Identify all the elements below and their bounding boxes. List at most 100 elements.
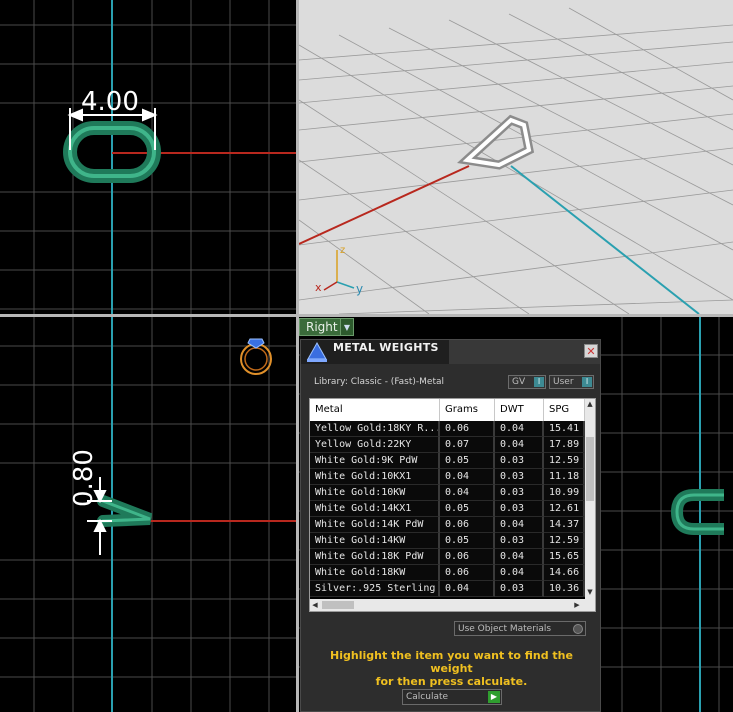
table-row[interactable]: Yellow Gold:22KY 0.07 0.04 17.89 — [310, 437, 585, 453]
spg-cell: 15.41 — [544, 421, 585, 437]
table-body: Yellow Gold:18KY R... 0.06 0.04 15.41 Yellow… — [310, 421, 585, 597]
spg-cell: 14.66 — [544, 565, 585, 581]
scroll-down-icon[interactable]: ▼ — [585, 587, 595, 597]
thickness-dimension-label: 0.80 — [69, 449, 99, 507]
viewport-separator-horizontal[interactable] — [0, 314, 733, 317]
grams-cell: 0.06 — [440, 565, 495, 581]
dwt-cell: 0.03 — [495, 469, 544, 485]
horizontal-scroll-thumb[interactable] — [322, 601, 354, 609]
axis-y-label: y — [356, 282, 363, 296]
metal-name-cell: Silver:.925 Sterling — [310, 581, 440, 597]
grams-cell: 0.06 — [440, 517, 495, 533]
gv-toggle[interactable]: GV I — [508, 375, 546, 389]
column-header-dwt[interactable]: DWT — [495, 399, 544, 421]
spg-cell: 10.99 — [544, 485, 585, 501]
table-row[interactable]: Yellow Gold:18KY R... 0.06 0.04 15.41 — [310, 421, 585, 437]
viewport-label-text: Right — [306, 320, 338, 334]
close-button[interactable]: ✕ — [584, 344, 598, 358]
viewport-perspective[interactable]: z y x — [299, 0, 733, 314]
table-row[interactable]: White Gold:14KW 0.05 0.03 12.59 — [310, 533, 585, 549]
width-dimension-label: 4.00 — [81, 87, 139, 117]
play-icon: ▶ — [488, 691, 500, 703]
library-label: Library: Classic - (Fast)-Metal — [314, 377, 445, 387]
dwt-cell: 0.03 — [495, 485, 544, 501]
viewport-separator-vertical[interactable] — [296, 0, 299, 712]
metal-name-cell: White Gold:10KX1 — [310, 469, 440, 485]
perspective-grid: z y x — [299, 7, 733, 314]
dwt-cell: 0.04 — [495, 549, 544, 565]
scroll-left-icon[interactable]: ◀ — [310, 599, 320, 611]
ring-gizmo — [240, 338, 272, 375]
use-object-materials-toggle[interactable]: Use Object Materials — [454, 621, 586, 636]
dwt-cell: 0.03 — [495, 581, 544, 597]
horizontal-scrollbar[interactable]: ◀ ▶ — [310, 599, 595, 611]
table-row[interactable]: White Gold:10KX1 0.04 0.03 11.18 — [310, 469, 585, 485]
metal-name-cell: Yellow Gold:22KY — [310, 437, 440, 453]
spg-cell: 11.18 — [544, 469, 585, 485]
metal-table: Metal Grams DWT SPG Yellow Gold:18KY R..… — [309, 398, 596, 612]
grams-cell: 0.04 — [440, 581, 495, 597]
user-toggle-label: User — [553, 377, 574, 387]
grams-cell: 0.05 — [440, 453, 495, 469]
radio-icon — [573, 623, 583, 634]
table-row[interactable]: White Gold:10KW 0.04 0.03 10.99 — [310, 485, 585, 501]
viewport-label-right[interactable]: Right ▼ — [299, 318, 354, 336]
viewport-top[interactable]: 4.00 — [0, 0, 296, 314]
axis-x-label: x — [315, 281, 322, 294]
metal-name-cell: White Gold:18K PdW — [310, 549, 440, 565]
table-header: Metal Grams DWT SPG — [310, 399, 585, 421]
column-header-spg[interactable]: SPG — [544, 399, 585, 421]
vertical-scroll-thumb[interactable] — [586, 437, 594, 501]
dwt-cell: 0.03 — [495, 533, 544, 549]
dwt-cell: 0.03 — [495, 453, 544, 469]
scale-icon — [307, 341, 327, 362]
grams-cell: 0.05 — [440, 533, 495, 549]
table-row[interactable]: White Gold:18KW 0.06 0.04 14.66 — [310, 565, 585, 581]
scroll-right-icon[interactable]: ▶ — [572, 599, 582, 611]
vertical-scrollbar[interactable]: ▲ ▼ — [585, 399, 595, 599]
column-header-grams[interactable]: Grams — [440, 399, 495, 421]
front-chain-link — [97, 495, 153, 527]
scroll-up-icon[interactable]: ▲ — [585, 399, 595, 409]
viewport-front[interactable]: 0.80 — [0, 317, 296, 712]
spg-cell: 10.36 — [544, 581, 585, 597]
user-toggle[interactable]: User I — [549, 375, 594, 389]
metal-name-cell: White Gold:14KX1 — [310, 501, 440, 517]
dwt-cell: 0.04 — [495, 437, 544, 453]
calculate-label: Calculate — [406, 692, 449, 702]
instruction-line-2: for then press calculate. — [375, 675, 528, 688]
gv-toggle-label: GV — [512, 377, 526, 387]
spg-cell: 12.59 — [544, 533, 585, 549]
dropdown-arrow-icon[interactable]: ▼ — [340, 319, 353, 335]
metal-name-cell: White Gold:10KW — [310, 485, 440, 501]
spg-cell: 12.61 — [544, 501, 585, 517]
table-row[interactable]: White Gold:14K PdW 0.06 0.04 14.37 — [310, 517, 585, 533]
metal-weights-dialog: METAL WEIGHTS ✕ Library: Classic - (Fast… — [300, 339, 601, 712]
instruction-text: Highlight the item you want to find the … — [311, 649, 592, 688]
front-viewport-canvas — [0, 317, 296, 712]
table-row[interactable]: White Gold:14KX1 0.05 0.03 12.61 — [310, 501, 585, 517]
gv-toggle-indicator: I — [534, 377, 544, 387]
top-viewport-canvas — [0, 0, 296, 314]
grams-cell: 0.07 — [440, 437, 495, 453]
grams-cell: 0.04 — [440, 485, 495, 501]
table-row[interactable]: White Gold:9K PdW 0.05 0.03 12.59 — [310, 453, 585, 469]
metal-name-cell: White Gold:14K PdW — [310, 517, 440, 533]
spg-cell: 14.37 — [544, 517, 585, 533]
dwt-cell: 0.04 — [495, 517, 544, 533]
metal-name-cell: Yellow Gold:18KY R... — [310, 421, 440, 437]
grams-cell: 0.05 — [440, 501, 495, 517]
column-header-metal[interactable]: Metal — [310, 399, 440, 421]
dialog-titlebar[interactable]: METAL WEIGHTS ✕ — [301, 340, 600, 364]
axis-z-label: z — [340, 245, 345, 256]
table-row[interactable]: Silver:.925 Sterling 0.04 0.03 10.36 — [310, 581, 585, 597]
spg-cell: 15.65 — [544, 549, 585, 565]
table-row[interactable]: White Gold:18K PdW 0.06 0.04 15.65 — [310, 549, 585, 565]
dwt-cell: 0.03 — [495, 501, 544, 517]
grams-cell: 0.06 — [440, 421, 495, 437]
metal-name-cell: White Gold:18KW — [310, 565, 440, 581]
user-toggle-indicator: I — [582, 377, 592, 387]
metal-name-cell: White Gold:14KW — [310, 533, 440, 549]
calculate-button[interactable]: Calculate ▶ — [402, 689, 502, 705]
instruction-line-1: Highlight the item you want to find the … — [330, 649, 573, 675]
